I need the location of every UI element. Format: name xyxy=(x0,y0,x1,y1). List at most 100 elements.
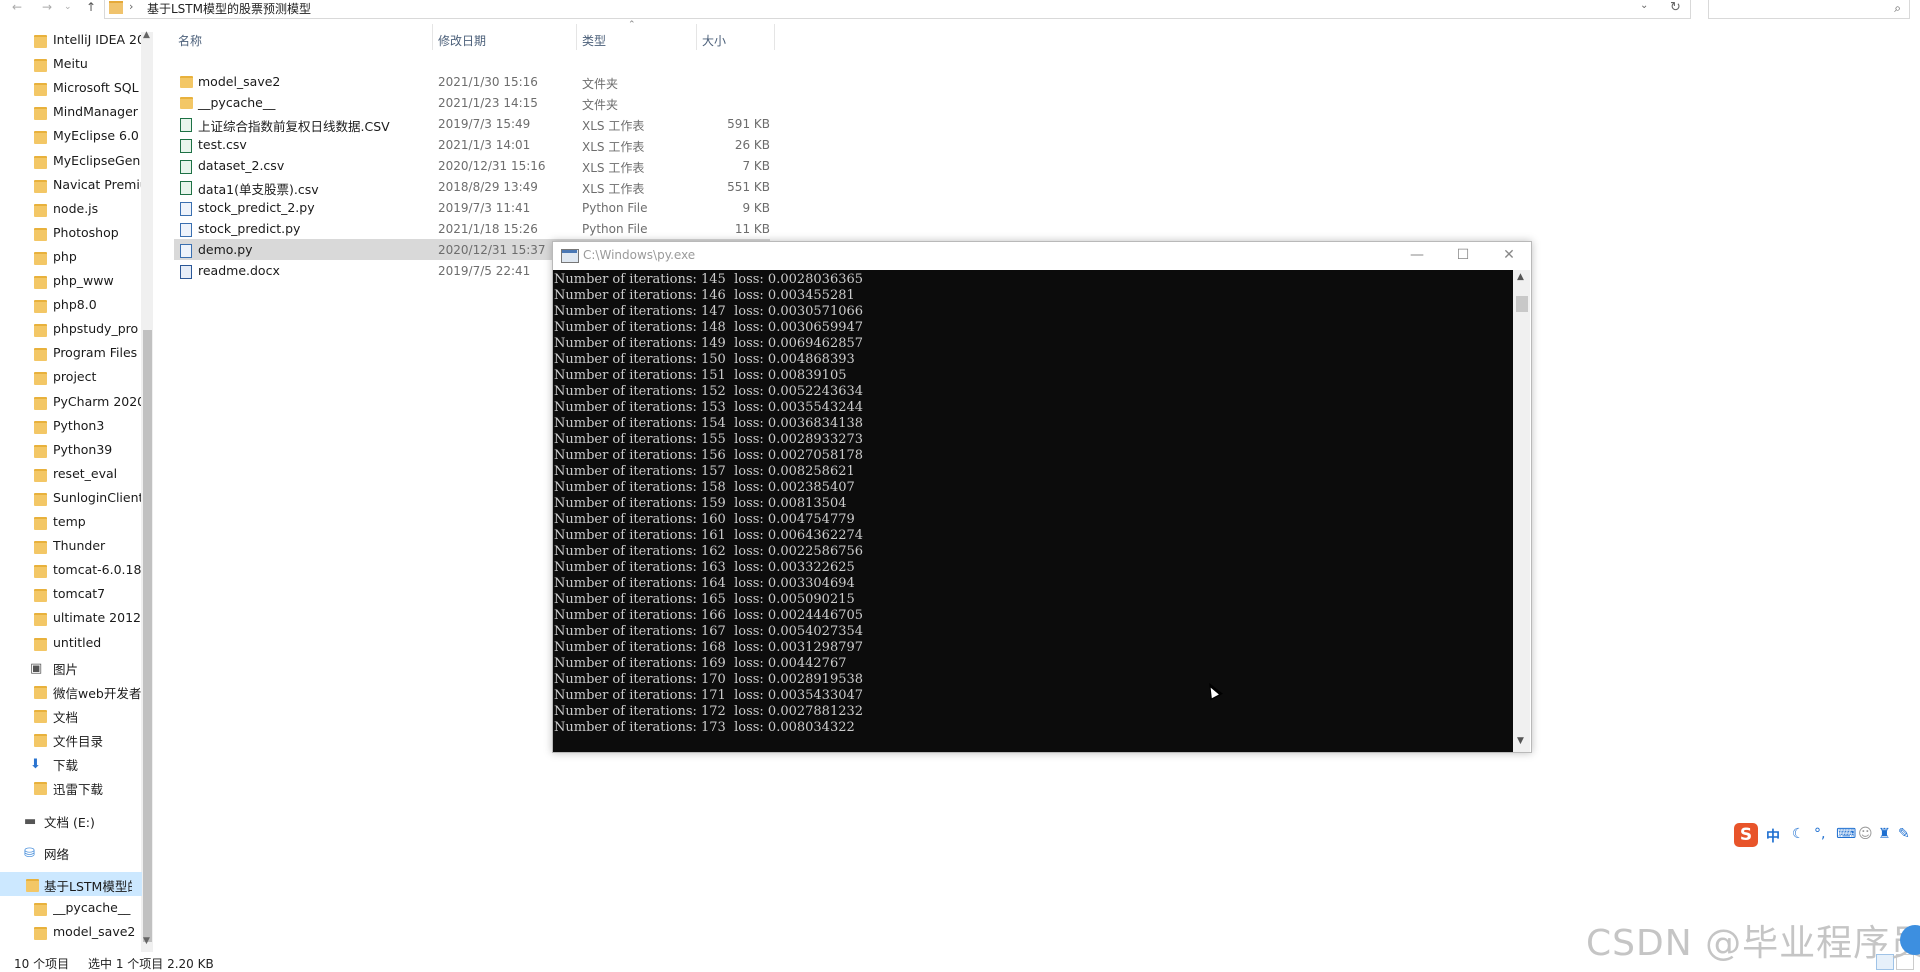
nav-item[interactable]: tomcat-6.0.18 xyxy=(0,558,142,582)
shirt-icon[interactable]: ♜ xyxy=(1878,826,1891,842)
nav-item[interactable]: model_save2 xyxy=(0,920,142,944)
nav-item[interactable]: phpstudy_pro xyxy=(0,317,142,341)
download-arrow-icon: ⬇ xyxy=(30,757,41,772)
console-title-bar[interactable]: C:\Windows\py.exe — ☐ ✕ xyxy=(553,242,1531,270)
nav-item[interactable]: 文件目录 xyxy=(0,727,142,751)
nav-item[interactable]: untitled xyxy=(0,631,142,655)
nav-item[interactable]: Python3 xyxy=(0,414,142,438)
column-header-date[interactable]: 修改日期 xyxy=(438,32,486,49)
nav-item[interactable]: temp xyxy=(0,510,142,534)
nav-item[interactable]: Photoshop xyxy=(0,221,142,245)
nav-item[interactable]: ⛁ 网络 xyxy=(0,840,142,864)
file-row[interactable]: stock_predict.py 2021/1/18 15:26 Python Fi… xyxy=(174,218,770,239)
column-divider[interactable] xyxy=(576,24,577,50)
nav-scrollbar-thumb[interactable] xyxy=(143,330,152,942)
close-button[interactable]: ✕ xyxy=(1487,244,1531,266)
nav-item[interactable]: 文档 xyxy=(0,703,142,727)
nav-item[interactable]: 基于LSTM模型的 xyxy=(0,872,142,896)
recent-locations-icon[interactable]: ⌄ xyxy=(64,0,72,14)
nav-item[interactable]: 微信web开发者 xyxy=(0,679,142,703)
nav-item[interactable]: ▣ 图片 xyxy=(0,655,142,679)
ime-toolbar[interactable]: S 中 ☾ °, ⌨ ☺ ♜ ✎ xyxy=(1734,823,1920,849)
chevron-down-icon[interactable]: ⌄ xyxy=(1640,0,1648,11)
nav-item[interactable]: ⬇ 下载 xyxy=(0,751,142,775)
nav-item[interactable]: Meitu xyxy=(0,52,142,76)
column-header-type[interactable]: 类型 xyxy=(582,32,606,49)
file-name: dataset_2.csv xyxy=(198,158,285,173)
nav-item[interactable]: SunloginClient xyxy=(0,486,142,510)
folder-icon xyxy=(34,227,47,241)
nav-item[interactable]: IntelliJ IDEA 20 xyxy=(0,28,142,52)
column-divider[interactable] xyxy=(432,24,433,50)
nav-item[interactable]: MyEclipse 6.0 xyxy=(0,124,142,148)
file-row[interactable]: data1(单支股票).csv 2018/8/29 13:49 XLS 工作表 551… xyxy=(174,176,770,197)
nav-item[interactable]: node.js xyxy=(0,197,142,221)
column-divider[interactable] xyxy=(696,24,697,50)
nav-item[interactable]: php_www xyxy=(0,269,142,293)
column-header-size[interactable]: 大小 xyxy=(702,32,726,49)
column-header-name[interactable]: 名称 xyxy=(178,32,202,49)
nav-item[interactable]: MindManager xyxy=(0,100,142,124)
scroll-down-arrow-icon[interactable]: ▼ xyxy=(143,936,150,946)
folder-icon xyxy=(34,637,47,651)
scroll-up-arrow-icon[interactable]: ▲ xyxy=(143,30,150,40)
file-size: 11 KB xyxy=(734,222,770,236)
nav-item[interactable]: Python39 xyxy=(0,438,142,462)
user-icon[interactable]: ☺ xyxy=(1858,826,1873,842)
console-line: Number of iterations: 165 loss: 0.005090… xyxy=(554,592,855,607)
nav-item[interactable]: Navicat Premiu xyxy=(0,173,142,197)
wrench-icon[interactable]: ✎ xyxy=(1898,826,1910,842)
search-icon[interactable]: ⌕ xyxy=(1894,1,1901,16)
scroll-up-arrow-icon[interactable]: ▲ xyxy=(1517,272,1524,282)
file-row[interactable]: __pycache__ 2021/1/23 14:15 文件夹 xyxy=(174,92,770,113)
file-row[interactable]: 上证综合指数前复权日线数据.CSV 2019/7/3 15:49 XLS 工作表 59… xyxy=(174,113,770,134)
forward-arrow-icon[interactable]: → xyxy=(42,0,52,14)
search-input[interactable]: ⌕ xyxy=(1708,0,1910,19)
nav-item[interactable]: 迅雷下载 xyxy=(0,775,142,799)
scroll-down-arrow-icon[interactable]: ▼ xyxy=(1517,736,1524,746)
nav-item[interactable]: Thunder xyxy=(0,534,142,558)
console-window[interactable]: C:\Windows\py.exe — ☐ ✕ Number of iterat… xyxy=(552,241,1532,753)
maximize-button[interactable]: ☐ xyxy=(1441,244,1485,266)
file-size: 9 KB xyxy=(742,201,770,215)
nav-item[interactable]: Microsoft SQL xyxy=(0,76,142,100)
address-field[interactable]: › 基于LSTM模型的股票预测模型 ⌄ ↻ xyxy=(104,0,1691,19)
folder-icon xyxy=(34,444,47,458)
nav-item-label: php8.0 xyxy=(53,297,97,313)
file-name: readme.docx xyxy=(198,263,280,278)
nav-item-label: Program Files xyxy=(53,345,138,361)
sogou-logo-icon[interactable]: S xyxy=(1734,823,1758,847)
file-type: XLS 工作表 xyxy=(582,140,645,154)
console-line: Number of iterations: 162 loss: 0.002258… xyxy=(554,544,864,559)
console-output[interactable]: Number of iterations: 145 loss: 0.002803… xyxy=(553,270,1513,752)
punctuation-icon[interactable]: °, xyxy=(1814,826,1825,842)
moon-icon[interactable]: ☾ xyxy=(1792,826,1805,842)
nav-item[interactable]: project xyxy=(0,365,142,389)
up-arrow-icon[interactable]: ↑ xyxy=(86,0,96,14)
keyboard-icon[interactable]: ⌨ xyxy=(1836,826,1856,842)
console-scrollbar-thumb[interactable] xyxy=(1516,296,1528,312)
refresh-icon[interactable]: ↻ xyxy=(1670,0,1681,15)
file-row[interactable]: stock_predict_2.py 2019/7/3 11:41 Python F… xyxy=(174,197,770,218)
file-row[interactable]: model_save2 2021/1/30 15:16 文件夹 xyxy=(174,71,770,92)
nav-item[interactable]: reset_eval xyxy=(0,462,142,486)
nav-item[interactable]: PyCharm 2020. xyxy=(0,390,142,414)
nav-item[interactable]: ultimate 2012 xyxy=(0,606,142,630)
nav-item[interactable]: MyEclipseGen xyxy=(0,149,142,173)
nav-item[interactable]: Program Files xyxy=(0,341,142,365)
breadcrumb-path[interactable]: 基于LSTM模型的股票预测模型 xyxy=(147,0,311,17)
nav-item[interactable]: php8.0 xyxy=(0,293,142,317)
console-scrollbar-track[interactable] xyxy=(1513,270,1530,752)
ime-mode-toggle[interactable]: 中 xyxy=(1766,826,1780,846)
nav-item[interactable]: tomcat7 xyxy=(0,582,142,606)
nav-item[interactable]: ▬ 文档 (E:) xyxy=(0,808,142,832)
nav-item[interactable]: __pycache__ xyxy=(0,896,142,920)
minimize-button[interactable]: — xyxy=(1395,244,1439,266)
file-row[interactable]: test.csv 2021/1/3 14:01 XLS 工作表 26 KB xyxy=(174,134,770,155)
address-bar-row: ← → ⌄ ↑ › 基于LSTM模型的股票预测模型 ⌄ ↻ ⌕ xyxy=(0,0,1920,20)
file-row[interactable]: dataset_2.csv 2020/12/31 15:16 XLS 工作表 7 KB xyxy=(174,155,770,176)
nav-item[interactable]: php xyxy=(0,245,142,269)
nav-item-label: Python3 xyxy=(53,417,105,433)
column-divider[interactable] xyxy=(774,24,775,50)
back-arrow-icon[interactable]: ← xyxy=(12,0,22,14)
